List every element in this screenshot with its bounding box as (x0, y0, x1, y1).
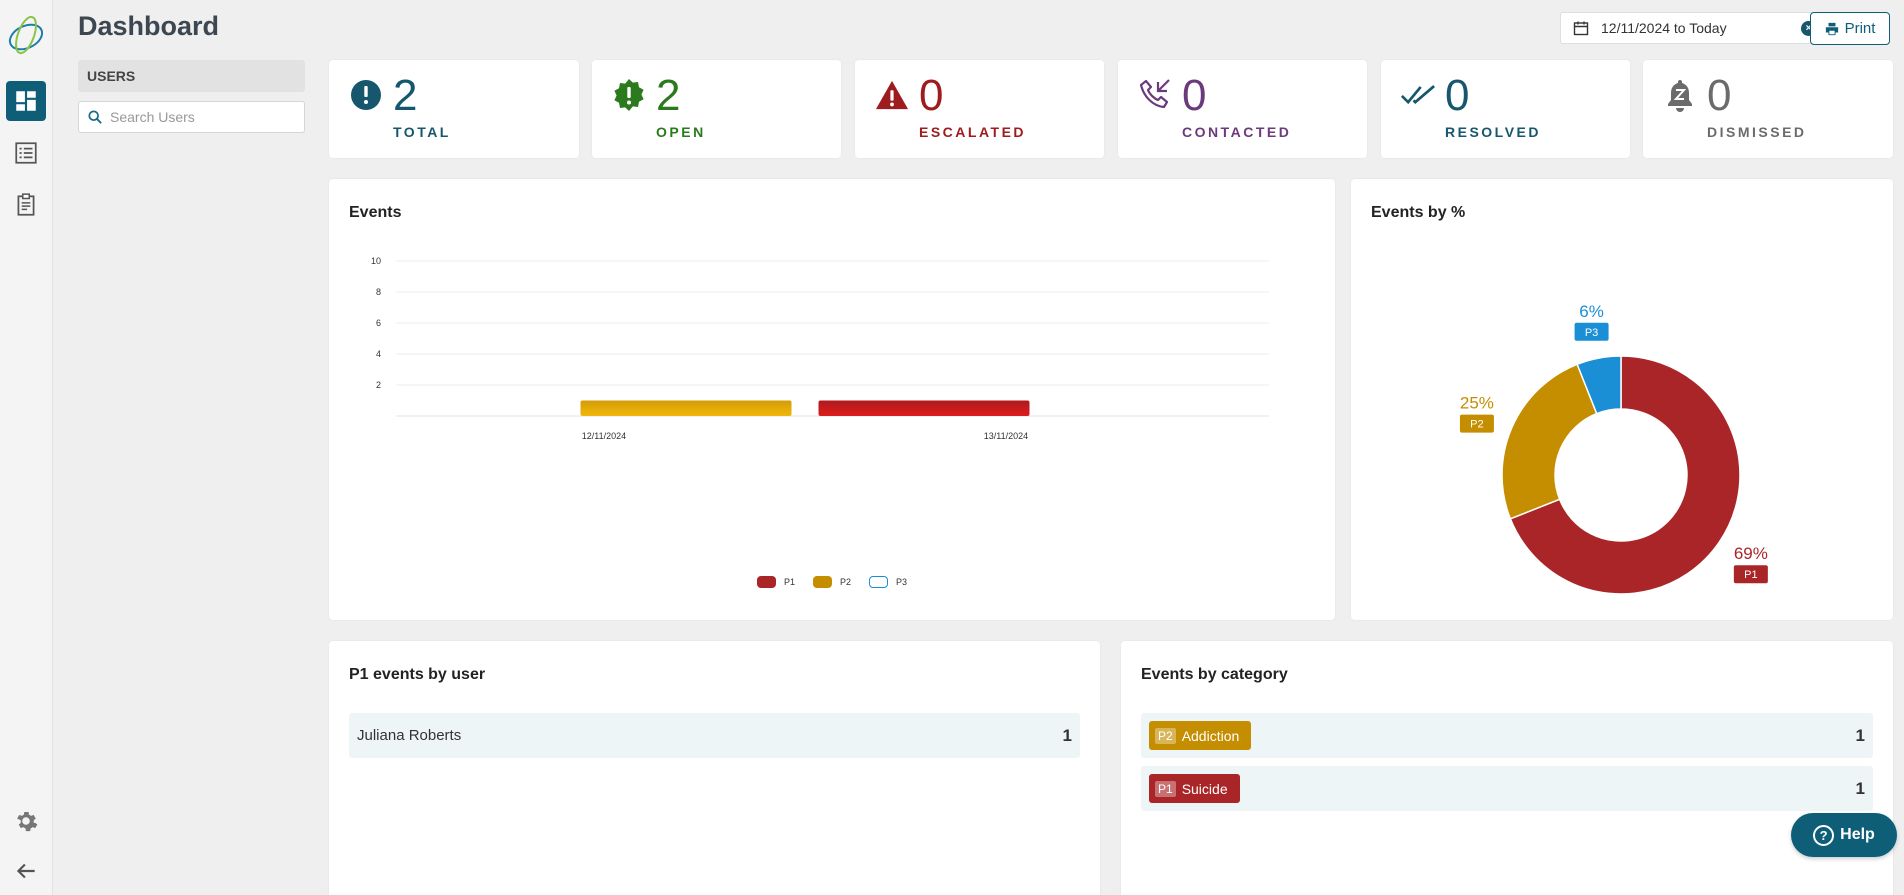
stat-label: CONTACTED (1182, 124, 1292, 140)
y-tick-label: 4 (376, 349, 381, 359)
category-name: Addiction (1181, 727, 1240, 744)
stat-card-open[interactable]: 2 OPEN (592, 60, 841, 158)
calendar-icon (1573, 21, 1589, 36)
priority-tag: P2 (1155, 727, 1176, 744)
y-tick-label: 8 (376, 287, 381, 297)
events-chart-legend: P1 P2 P3 (329, 576, 1335, 588)
events-chart-card: Events 2 4 6 8 10 12/11/2024 13/11/2024 P1 P2 … (329, 179, 1335, 620)
date-range-picker[interactable]: 12/11/2024 to Today × (1560, 12, 1831, 44)
nav-list-icon[interactable] (6, 133, 46, 173)
bell-snooze-icon (1663, 78, 1697, 112)
help-question-icon: ? (1813, 824, 1835, 846)
events-category-title: Events by category (1141, 666, 1288, 683)
legend-item-p1[interactable]: P1 (756, 576, 795, 588)
x-tick-label: 12/11/2024 (582, 431, 626, 441)
help-label: Help (1840, 826, 1875, 843)
date-range-text: 12/11/2024 to Today (1601, 20, 1727, 36)
stat-value: 0 (919, 71, 944, 120)
alert-circle-icon (349, 78, 383, 112)
collapse-arrow-icon[interactable] (6, 851, 46, 891)
slice-percent-label: 69% (1734, 544, 1768, 563)
slice-percent-label: 6% (1579, 302, 1604, 321)
help-button[interactable]: ? Help (1791, 813, 1897, 857)
print-label: Print (1844, 20, 1876, 37)
events-pct-title: Events by % (1371, 204, 1466, 221)
category-badge: P1 Suicide (1149, 774, 1240, 803)
bar-p1 (818, 400, 1030, 416)
stat-value: 0 (1445, 71, 1470, 120)
legend-label: P2 (839, 577, 851, 587)
events-bar-chart: 2 4 6 8 10 12/11/2024 13/11/2024 (371, 256, 1269, 441)
legend-item-p3[interactable]: P3 (869, 576, 907, 588)
stat-card-escalated[interactable]: 0 ESCALATED (855, 60, 1104, 158)
stat-card-resolved[interactable]: 0 RESOLVED (1381, 60, 1630, 158)
stat-label: RESOLVED (1445, 124, 1541, 140)
stat-label: DISMISSED (1707, 124, 1807, 140)
settings-gear-icon[interactable] (6, 801, 46, 841)
double-check-icon (1401, 78, 1435, 112)
print-button[interactable]: Print (1810, 12, 1890, 45)
y-tick-label: 2 (376, 380, 381, 390)
priority-tag: P1 (1155, 780, 1176, 797)
alert-badge-icon (612, 78, 646, 112)
nav-dashboard-icon[interactable] (6, 81, 46, 121)
app-logo[interactable] (5, 10, 47, 60)
stat-value: 2 (393, 71, 418, 120)
events-pct-card: Events by % 69% P1 25% P2 6% P3 (1351, 179, 1893, 620)
search-icon (88, 110, 102, 124)
stat-label: TOTAL (393, 124, 451, 140)
event-count: 1 (1855, 725, 1865, 745)
stat-card-total[interactable]: 2 TOTAL (329, 60, 579, 158)
printer-icon (1825, 22, 1838, 35)
x-tick-label: 13/11/2024 (984, 431, 1028, 441)
slice-percent-label: 25% (1460, 394, 1494, 413)
p1-events-title: P1 events by user (349, 666, 486, 683)
legend-label: P3 (896, 577, 908, 587)
stat-value: 2 (656, 71, 681, 120)
list-item[interactable]: Juliana Roberts 1 (349, 713, 1080, 758)
side-navigation (0, 0, 53, 895)
users-search-box[interactable] (78, 101, 305, 133)
stat-card-contacted[interactable]: 0 CONTACTED (1118, 60, 1367, 158)
stat-label: OPEN (656, 124, 706, 140)
event-count: 1 (1855, 778, 1865, 798)
stat-value: 0 (1182, 71, 1207, 120)
category-badge: P2 Addiction (1149, 721, 1252, 750)
y-tick-label: 10 (371, 256, 381, 266)
phone-callback-icon (1138, 78, 1172, 112)
legend-label: P1 (783, 577, 795, 587)
category-name: Suicide (1181, 780, 1228, 797)
slice-name-label: P1 (1744, 569, 1757, 581)
y-tick-label: 6 (376, 318, 381, 328)
list-item[interactable]: P2 Addiction 1 (1141, 713, 1873, 758)
slice-p2 (1501, 363, 1598, 520)
nav-clipboard-icon[interactable] (6, 185, 46, 225)
p1-events-card: P1 events by user Juliana Roberts 1 (329, 641, 1100, 895)
page-title: Dashboard (78, 11, 220, 41)
warning-triangle-icon (875, 78, 909, 112)
events-chart-title: Events (349, 204, 402, 221)
events-category-card: Events by category P2 Addiction 1 P1 Sui… (1121, 641, 1893, 895)
event-count: 1 (1062, 725, 1072, 745)
slice-name-label: P3 (1585, 327, 1598, 339)
search-users-input[interactable] (110, 109, 290, 125)
events-donut-chart: 69% P1 25% P2 6% P3 (1460, 302, 1768, 595)
stat-card-dismissed[interactable]: 0 DISMISSED (1643, 60, 1893, 158)
users-heading: USERS (78, 60, 305, 92)
user-name: Juliana Roberts (357, 727, 462, 744)
legend-item-p2[interactable]: P2 (812, 576, 851, 588)
bar-p2 (580, 400, 792, 416)
list-item[interactable]: P1 Suicide 1 (1141, 766, 1873, 811)
stat-value: 0 (1707, 71, 1732, 120)
slice-name-label: P2 (1470, 419, 1483, 431)
stat-label: ESCALATED (919, 124, 1027, 140)
